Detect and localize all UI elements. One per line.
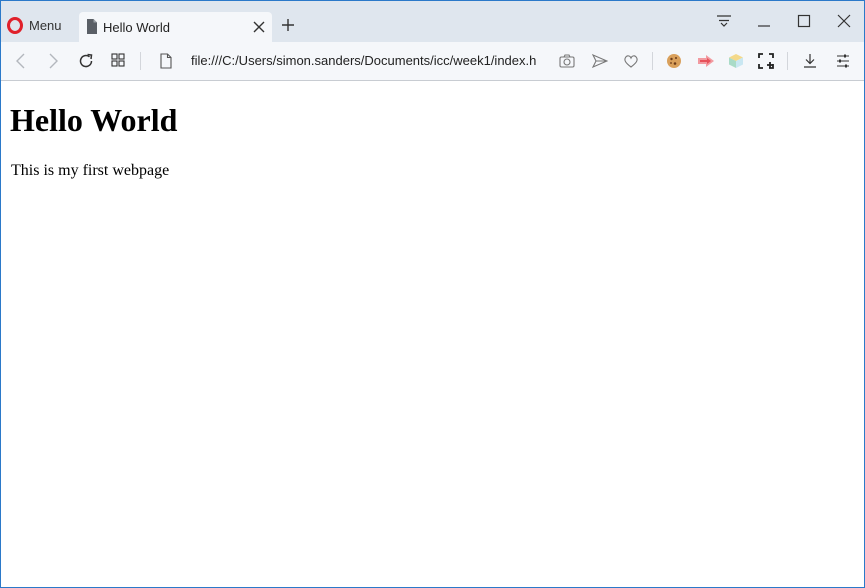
page-icon <box>87 19 97 34</box>
minimize-icon[interactable] <box>757 13 771 29</box>
menu-label: Menu <box>29 17 62 33</box>
toolbar-divider <box>787 52 788 70</box>
toolbar-divider <box>140 52 141 70</box>
close-icon[interactable] <box>252 20 266 34</box>
address-toolbar: file:///C:/Users/simon.sanders/Documents… <box>1 42 864 81</box>
page-heading: Hello World <box>10 102 178 138</box>
tab-hello-world[interactable]: Hello World <box>79 12 272 42</box>
tab-title: Hello World <box>103 20 170 35</box>
window-close-icon[interactable] <box>837 13 851 29</box>
camera-icon[interactable] <box>559 53 575 69</box>
address-field[interactable]: file:///C:/Users/simon.sanders/Documents… <box>191 53 541 68</box>
settings-sliders-icon[interactable] <box>836 53 850 69</box>
plus-icon[interactable] <box>281 18 295 32</box>
speed-dial-icon[interactable] <box>111 53 125 67</box>
crop-icon[interactable] <box>758 53 774 69</box>
send-icon[interactable] <box>592 53 608 69</box>
menu-button[interactable]: Menu <box>7 13 62 37</box>
cookie-icon[interactable] <box>666 53 682 69</box>
heart-icon[interactable] <box>623 53 639 69</box>
maximize-icon[interactable] <box>797 13 811 29</box>
tab-menu-icon[interactable] <box>716 13 732 29</box>
page-content: Hello World This is my first webpage <box>1 81 864 587</box>
forward-icon[interactable] <box>46 53 60 69</box>
opera-logo-icon <box>7 16 23 34</box>
red-extension-icon[interactable] <box>697 53 715 69</box>
back-icon[interactable] <box>14 53 28 69</box>
page-icon <box>160 53 172 69</box>
reload-icon[interactable] <box>78 53 94 69</box>
cube-extension-icon[interactable] <box>728 53 744 69</box>
download-icon[interactable] <box>803 53 817 69</box>
title-bar: Menu Hello World <box>1 1 864 42</box>
browser-window: Menu Hello World file:///C:/Users/simon.… <box>0 0 865 588</box>
page-paragraph: This is my first webpage <box>11 162 170 179</box>
toolbar-divider <box>652 52 653 70</box>
